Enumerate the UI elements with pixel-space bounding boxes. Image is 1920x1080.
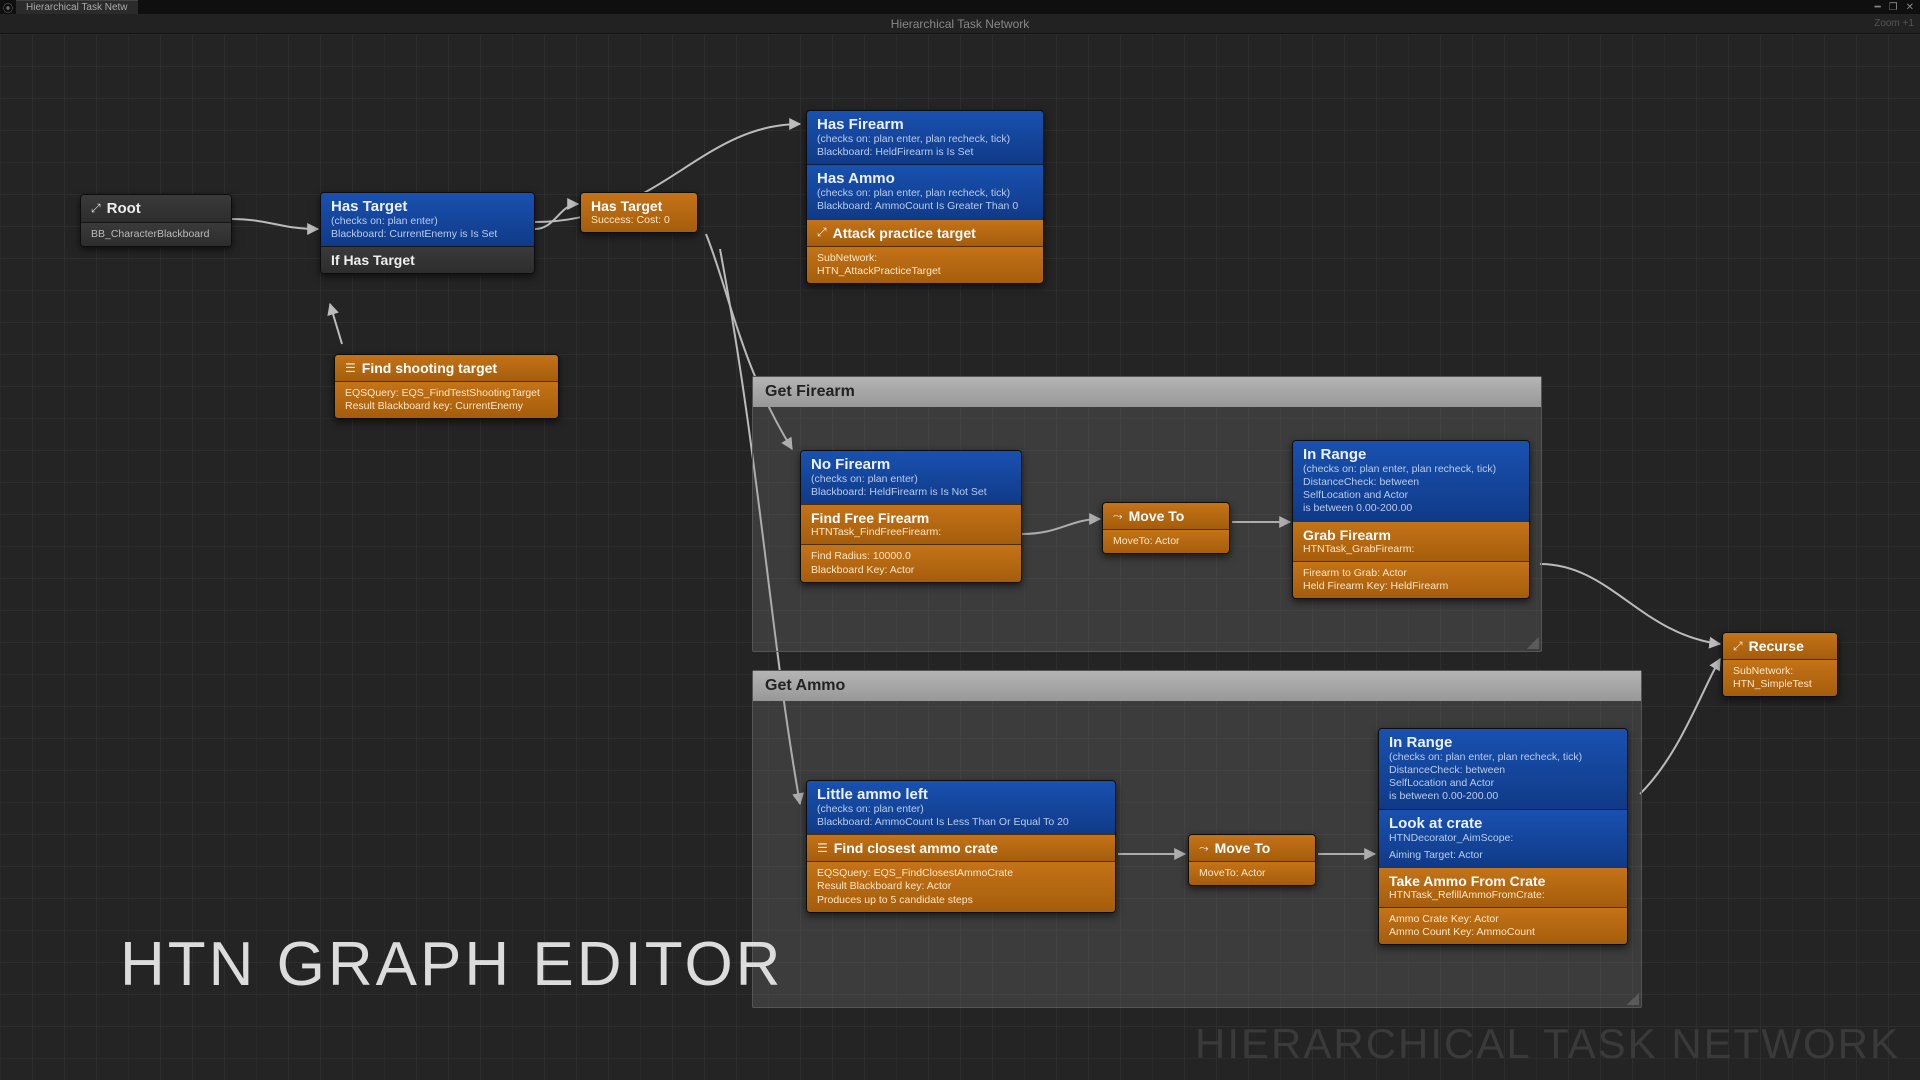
node-detail: SubNetwork:: [1733, 665, 1827, 678]
graph-title: Hierarchical Task Network: [891, 17, 1030, 31]
graph-canvas[interactable]: ⤢ Root BB_CharacterBlackboard Has Target…: [0, 34, 1920, 1080]
node-title: No Firearm: [811, 456, 1011, 473]
node-detail: HTNTask_FindFreeFirearm:: [811, 526, 1011, 539]
node-detail: HTNTask_RefillAmmoFromCrate:: [1389, 889, 1617, 902]
node-detail: Ammo Count Key: AmmoCount: [1389, 926, 1617, 939]
node-title: Find closest ammo crate: [834, 840, 998, 856]
node-detail: Result Blackboard key: Actor: [817, 880, 1105, 893]
node-detail: Produces up to 5 candidate steps: [817, 894, 1105, 907]
node-detail: SubNetwork:: [817, 252, 1033, 265]
node-detail: DistanceCheck: between: [1389, 764, 1617, 777]
node-title: Little ammo left: [817, 786, 1105, 803]
node-detail: (checks on: plan enter, plan recheck, ti…: [817, 187, 1033, 200]
node-title: Has Target: [591, 198, 687, 214]
node-detail: Blackboard: AmmoCount Is Less Than Or Eq…: [817, 816, 1105, 829]
node-detail: Held Firearm Key: HeldFirearm: [1303, 580, 1519, 593]
node-title: Has Ammo: [817, 170, 1033, 187]
node-detail: Aiming Target: Actor: [1389, 849, 1617, 862]
node-detail: (checks on: plan enter): [811, 473, 1011, 486]
node-title: Root: [107, 200, 141, 217]
node-ga-move-to[interactable]: ⤳ Move To MoveTo: Actor: [1188, 834, 1316, 886]
compound-header: Get Ammo: [753, 671, 1641, 701]
resize-grip-icon[interactable]: [1627, 993, 1639, 1005]
editor-tab[interactable]: Hierarchical Task Netw: [16, 0, 138, 14]
node-take-ammo[interactable]: In Range (checks on: plan enter, plan re…: [1378, 728, 1628, 945]
node-title: If Has Target: [331, 252, 524, 268]
node-title: Has Target: [331, 198, 524, 215]
node-detail: HTN_SimpleTest: [1733, 678, 1827, 691]
move-icon: ⤳: [1113, 509, 1123, 524]
node-detail: MoveTo: Actor: [1113, 535, 1219, 548]
zoom-level: Zoom +1: [1874, 14, 1914, 34]
node-find-ammo-crate[interactable]: Little ammo left (checks on: plan enter)…: [806, 780, 1116, 913]
node-title: In Range: [1389, 734, 1617, 751]
node-title: Find shooting target: [362, 360, 497, 376]
node-detail: DistanceCheck: between: [1303, 476, 1519, 489]
node-detail: Blackboard: HeldFirearm is Is Not Set: [811, 486, 1011, 499]
node-detail: (checks on: plan enter, plan recheck, ti…: [1303, 463, 1519, 476]
node-detail: Success: Cost: 0: [591, 214, 687, 227]
window-controls: ━ ❐ ✕: [1875, 2, 1920, 13]
close-icon[interactable]: ✕: [1906, 2, 1914, 13]
node-find-free-firearm[interactable]: No Firearm (checks on: plan enter) Black…: [800, 450, 1022, 583]
node-detail: HTNTask_GrabFirearm:: [1303, 543, 1519, 556]
node-title: Has Firearm: [817, 116, 1033, 133]
node-title: Find Free Firearm: [811, 510, 1011, 526]
subnet-icon: ⤢: [817, 225, 827, 240]
node-detail: Firearm to Grab: Actor: [1303, 567, 1519, 580]
node-detail: (checks on: plan enter): [817, 803, 1105, 816]
node-detail: (checks on: plan enter): [331, 215, 524, 228]
node-has-target-task[interactable]: Has Target Success: Cost: 0: [580, 192, 698, 233]
compound-header: Get Firearm: [753, 377, 1541, 407]
resize-grip-icon[interactable]: [1527, 637, 1539, 649]
node-attack-stack[interactable]: Has Firearm (checks on: plan enter, plan…: [806, 110, 1044, 284]
node-detail: Ammo Crate Key: Actor: [1389, 913, 1617, 926]
node-gf-move-to[interactable]: ⤳ Move To MoveTo: Actor: [1102, 502, 1230, 554]
node-detail: Find Radius: 10000.0: [811, 550, 1011, 563]
graph-header: Hierarchical Task Network Zoom +1: [0, 14, 1920, 34]
node-title: Move To: [1215, 840, 1271, 856]
node-title: Grab Firearm: [1303, 527, 1519, 543]
node-recurse[interactable]: ⤢ Recurse SubNetwork: HTN_SimpleTest: [1722, 632, 1838, 697]
node-title: Move To: [1129, 508, 1185, 524]
move-icon: ⤳: [1199, 841, 1209, 856]
node-title: Look at crate: [1389, 815, 1617, 832]
node-title: In Range: [1303, 446, 1519, 463]
node-subtitle: BB_CharacterBlackboard: [91, 228, 221, 241]
node-detail: is between 0.00-200.00: [1303, 502, 1519, 515]
node-detail: SelfLocation and Actor: [1389, 777, 1617, 790]
node-detail: (checks on: plan enter, plan recheck, ti…: [817, 133, 1033, 146]
query-icon: ☰: [817, 841, 828, 855]
overlay-title: HTN GRAPH EDITOR: [120, 929, 783, 1000]
node-detail: Blackboard: AmmoCount Is Greater Than 0: [817, 200, 1033, 213]
query-icon: ☰: [345, 361, 356, 375]
node-find-shooting-target[interactable]: ☰ Find shooting target EQSQuery: EQS_Fin…: [334, 354, 559, 419]
node-grab-firearm[interactable]: In Range (checks on: plan enter, plan re…: [1292, 440, 1530, 599]
node-detail: is between 0.00-200.00: [1389, 790, 1617, 803]
watermark-text: HIERARCHICAL TASK NETWORK: [1195, 1020, 1900, 1068]
subnet-icon: ⤢: [1733, 639, 1743, 654]
node-title: Recurse: [1749, 638, 1804, 654]
node-detail: Blackboard: CurrentEnemy is Is Set: [331, 228, 524, 241]
unreal-logo-icon: ⦿: [0, 0, 16, 14]
node-detail: (checks on: plan enter, plan recheck, ti…: [1389, 751, 1617, 764]
node-detail: HTN_AttackPracticeTarget: [817, 265, 1033, 278]
node-detail: Blackboard Key: Actor: [811, 564, 1011, 577]
node-detail: EQSQuery: EQS_FindTestShootingTarget: [345, 387, 548, 400]
minimize-icon[interactable]: ━: [1875, 2, 1881, 13]
node-detail: SelfLocation and Actor: [1303, 489, 1519, 502]
node-root[interactable]: ⤢ Root BB_CharacterBlackboard: [80, 194, 232, 247]
node-detail: Blackboard: HeldFirearm is Is Set: [817, 146, 1033, 159]
root-icon: ⤢: [91, 201, 101, 216]
node-has-target-if[interactable]: Has Target (checks on: plan enter) Black…: [320, 192, 535, 274]
node-title: Attack practice target: [833, 225, 976, 241]
maximize-icon[interactable]: ❐: [1889, 2, 1898, 13]
node-detail: HTNDecorator_AimScope:: [1389, 832, 1617, 845]
node-title: Take Ammo From Crate: [1389, 873, 1617, 889]
node-detail: EQSQuery: EQS_FindClosestAmmoCrate: [817, 867, 1105, 880]
node-detail: Result Blackboard key: CurrentEnemy: [345, 400, 548, 413]
window-titlebar: ⦿ Hierarchical Task Netw ━ ❐ ✕: [0, 0, 1920, 14]
node-detail: MoveTo: Actor: [1199, 867, 1305, 880]
